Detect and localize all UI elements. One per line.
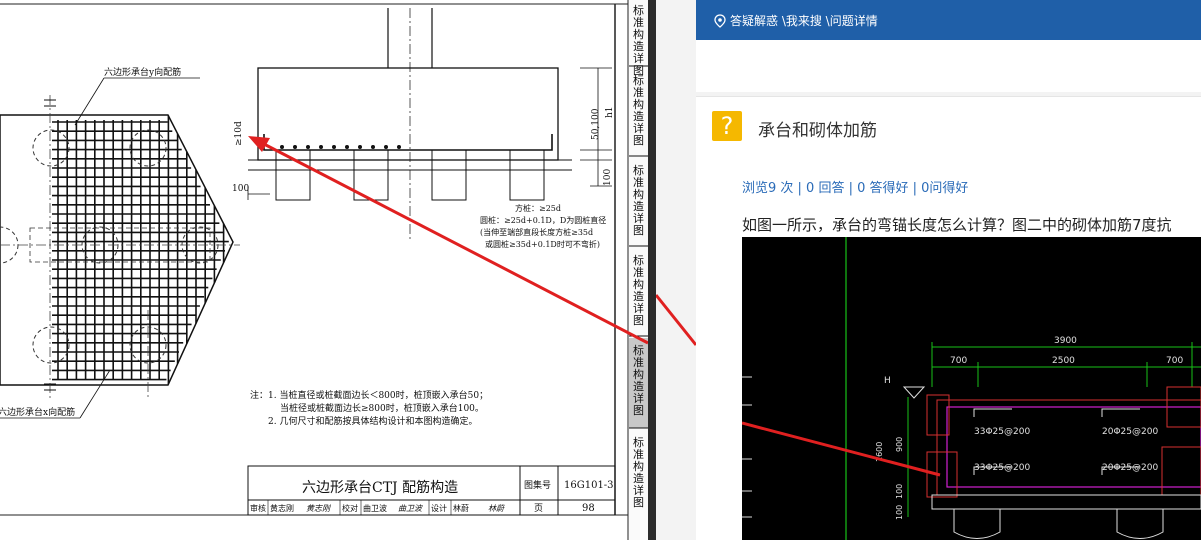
svg-text:校对: 校对 (342, 503, 358, 513)
cad-mark-h: H (884, 376, 891, 386)
sidebar-tab-char: 构 (633, 27, 644, 41)
breadcrumb-text[interactable]: 答疑解惑 \我来搜 \问题详情 (730, 14, 878, 28)
sidebar-tab-char: 图 (633, 134, 644, 147)
dim-100-right: 100 (603, 169, 613, 186)
sidebar-tab-char: 造 (633, 379, 644, 393)
window-divider (648, 0, 656, 540)
note-line-1: 注：1. 当桩直径或桩截面边长＜800时，桩顶嵌入承台50； (250, 389, 488, 401)
attached-cad-image[interactable]: 3900 700 2500 700 H 33Φ25@200 20Φ25@200 … (741, 237, 1201, 540)
sidebar-tab-char: 图 (633, 404, 644, 417)
question-title: 承台和砌体加筋 (758, 121, 877, 141)
dim-50-100: 50,100 (591, 108, 601, 140)
cad-rebar-3: 33Φ25@200 (974, 463, 1030, 473)
cad-dim-total: 3900 (1054, 336, 1077, 346)
sidebar-tab-char: 标 (633, 73, 644, 87)
sidebar-tab-char: 构 (633, 367, 644, 381)
question-mark-icon: ? (712, 111, 742, 141)
sidebar-tab-char: 构 (633, 459, 644, 473)
cad-dim-right: 700 (1166, 356, 1183, 366)
label-y-rebar: 六边形承台y向配筋 (104, 66, 181, 78)
label-round-pile-1: 圆桩：≥25d+0.1D，D为圆桩直径 (480, 215, 606, 225)
svg-text:林蔚: 林蔚 (453, 503, 469, 513)
cad-dim-v2: 900 (895, 437, 904, 452)
sidebar-tab-char: 造 (633, 199, 644, 213)
sidebar-tab-char: 详 (633, 391, 644, 405)
cad-rebar-4: 20Φ25@200 (1102, 463, 1158, 473)
cad-dim-mid: 2500 (1052, 356, 1075, 366)
sidebar-tab-char: 标 (633, 3, 644, 17)
sidebar-tab-char: 构 (633, 187, 644, 201)
title-block-row: 审核 黄志刚 黄志刚 校对 曲卫波 曲卫波 设计 林蔚 林蔚 (250, 503, 506, 513)
question-description: 如图一所示，承台的弯锚长度怎么计算？图二中的砌体加筋7度抗 (742, 216, 1172, 234)
location-pin-icon (714, 14, 726, 28)
label-x-rebar: 六边形承台x向配筋 (0, 406, 75, 418)
sidebar-tab-char: 详 (633, 301, 644, 315)
cad-rebar-2: 20Φ25@200 (1102, 427, 1158, 437)
cad-drawing-panel: 六边形承台y向配筋 六边形承台x向配筋 ≥10d 50,100 h1 100 1… (0, 0, 648, 540)
title-block-page-label: 页 (534, 503, 543, 514)
site-header: 答疑解惑 \我来搜 \问题详情 (696, 0, 1201, 40)
sidebar-tab-char: 详 (633, 51, 644, 65)
sidebar-tab-char: 造 (633, 109, 644, 123)
sidebar-tabs: 标准构造详图标准构造详图标准构造详图标准构造详图标准构造详图标准构造详图 (629, 0, 648, 540)
svg-text:审核: 审核 (250, 503, 266, 513)
note-line-2: 当桩径或桩截面边长≥800时，桩顶嵌入承台100。 (280, 402, 484, 414)
sidebar-tab-char: 详 (633, 121, 644, 135)
dim-10d: ≥10d (234, 121, 244, 146)
header-spacer (696, 40, 1201, 92)
sidebar-tab-char: 图 (633, 224, 644, 237)
question-header: ? 承台和砌体加筋 (696, 96, 1201, 156)
breadcrumb[interactable]: 答疑解惑 \我来搜 \问题详情 (714, 12, 878, 29)
sidebar-tab-char: 标 (633, 343, 644, 357)
title-block-atlas-label: 图集号 (524, 479, 551, 491)
cad-drawing: 六边形承台y向配筋 六边形承台x向配筋 ≥10d 50,100 h1 100 1… (0, 0, 648, 540)
svg-text:曲卫波: 曲卫波 (363, 503, 387, 513)
title-block-atlas-no: 16G101-3 (564, 480, 614, 491)
cad-dim-v4: 100 (895, 505, 904, 520)
svg-text:黄志刚: 黄志刚 (306, 504, 332, 513)
svg-text:黄志刚: 黄志刚 (270, 503, 294, 513)
note-line-3: 2. 几何尺寸和配筋按具体结构设计和本图构造确定。 (268, 415, 477, 427)
svg-text:曲卫波: 曲卫波 (398, 504, 424, 513)
hexagon-pile-cap (0, 77, 240, 419)
sidebar-tab-char: 图 (633, 314, 644, 327)
sidebar-tab-char: 构 (633, 277, 644, 291)
cad-dim-v3: 100 (895, 484, 904, 499)
sidebar-tab-char: 造 (633, 471, 644, 485)
scroll-gutter (656, 0, 696, 540)
question-content: 浏览9 次 | 0 回答 | 0 答得好 | 0问得好 如图一所示，承台的弯锚长… (696, 155, 1201, 540)
question-stats[interactable]: 浏览9 次 | 0 回答 | 0 答得好 | 0问得好 (742, 177, 968, 196)
svg-text:林蔚: 林蔚 (488, 504, 506, 513)
sidebar-tab-char: 详 (633, 211, 644, 225)
sidebar-tab-char: 标 (633, 253, 644, 267)
title-block-page-no: 98 (582, 503, 595, 514)
dim-100-left: 100 (232, 184, 249, 194)
sidebar-tab-char: 标 (633, 435, 644, 449)
sidebar-tab-char: 图 (633, 496, 644, 509)
title-block-title: 六边形承台CTJ 配筋构造 (302, 479, 458, 496)
qa-web-page: 答疑解惑 \我来搜 \问题详情 ? 承台和砌体加筋 浏览9 次 | 0 回答 |… (656, 0, 1201, 540)
dim-h1: h1 (605, 106, 615, 118)
cad-image: 3900 700 2500 700 H 33Φ25@200 20Φ25@200 … (741, 237, 1201, 540)
label-round-pile-2: (当伸至端部直段长度方桩≥35d (480, 227, 593, 237)
sidebar-tab-char: 详 (633, 483, 644, 497)
sidebar-tab-char: 造 (633, 289, 644, 303)
sidebar-tab-char: 标 (633, 163, 644, 177)
cad-dim-left: 700 (950, 356, 967, 366)
sidebar-tab-char: 造 (633, 39, 644, 53)
label-square-pile: 方桩：≥25d (515, 203, 561, 213)
label-round-pile-3: 或圆桩≥35d+0.1D时可不弯折) (485, 239, 600, 249)
cad-rebar-1: 33Φ25@200 (974, 427, 1030, 437)
svg-text:设计: 设计 (431, 503, 447, 513)
sidebar-tab-char: 构 (633, 97, 644, 111)
